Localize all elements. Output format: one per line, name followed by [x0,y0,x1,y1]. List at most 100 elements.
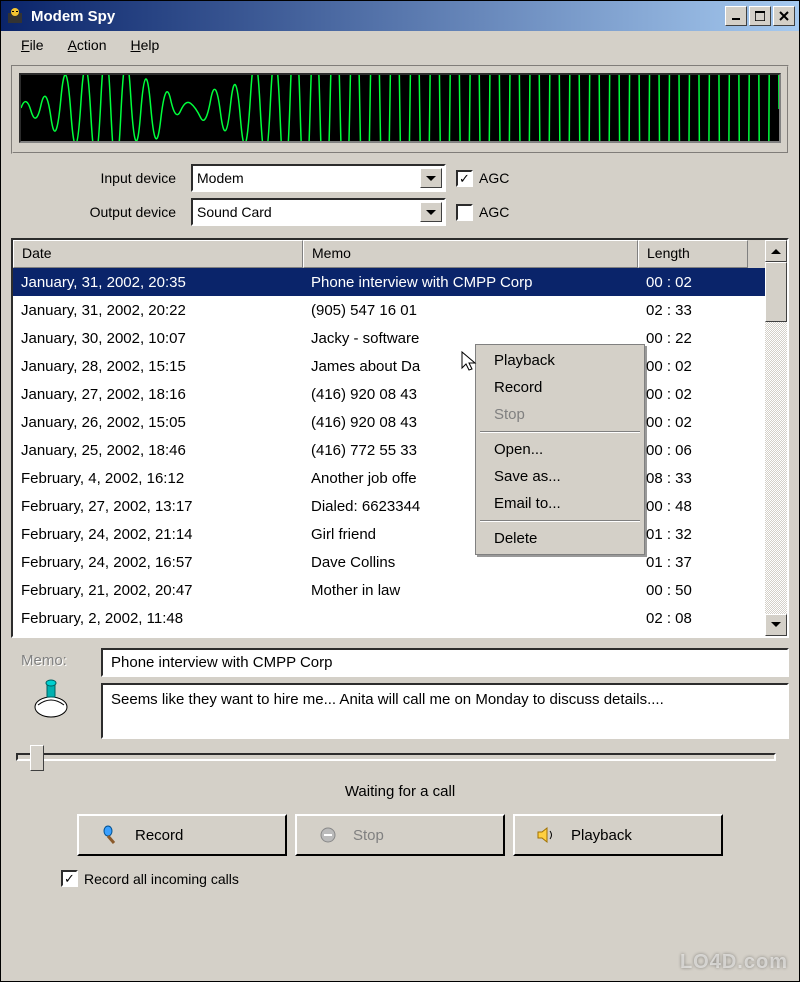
record-button-label: Record [135,827,183,844]
cell-date: January, 31, 2002, 20:22 [13,302,303,319]
cell-length: 00 : 48 [638,498,748,515]
record-all-label: Record all incoming calls [84,871,239,887]
cell-date: February, 27, 2002, 13:17 [13,498,303,515]
close-button[interactable] [773,6,795,26]
memo-note-icon [28,677,74,723]
memo-title-input[interactable] [101,648,789,677]
cell-length: 00 : 50 [638,582,748,599]
scrollbar-thumb[interactable] [765,262,787,322]
record-all-checkbox[interactable]: ✓ Record all incoming calls [61,870,789,887]
playback-button[interactable]: Playback [513,814,723,856]
cell-date: January, 28, 2002, 15:15 [13,358,303,375]
cell-memo: Dave Collins [303,554,638,571]
stop-button-label: Stop [353,827,384,844]
input-agc-label: AGC [479,170,509,186]
menubar: File Action Help [1,31,799,59]
output-device-value: Sound Card [197,204,272,220]
watermark: LO4D.com [680,951,788,974]
table-row[interactable]: January, 25, 2002, 18:46(416) 772 55 330… [13,436,765,464]
cell-memo: (905) 547 16 01 [303,302,638,319]
cell-date: February, 2, 2002, 11:48 [13,610,303,627]
checkbox-icon: ✓ [456,170,473,187]
output-agc-label: AGC [479,204,509,220]
context-menu-playback[interactable]: Playback [478,347,642,374]
table-row[interactable]: January, 26, 2002, 15:05(416) 920 08 430… [13,408,765,436]
context-menu-separator [480,431,640,433]
table-row[interactable]: January, 28, 2002, 15:15James about Da00… [13,352,765,380]
microphone-icon [99,824,121,846]
column-header-date[interactable]: Date [13,240,303,268]
cell-length: 08 : 33 [638,470,748,487]
checkbox-icon: ✓ [61,870,78,887]
context-menu-delete[interactable]: Delete [478,525,642,552]
cell-date: January, 30, 2002, 10:07 [13,330,303,347]
cell-date: February, 24, 2002, 21:14 [13,526,303,543]
output-device-label: Output device [11,204,181,220]
table-row[interactable]: February, 24, 2002, 21:14Girl friend01 :… [13,520,765,548]
scroll-up-button[interactable] [765,240,787,262]
cell-length: 00 : 02 [638,274,748,291]
table-row[interactable]: February, 27, 2002, 13:17Dialed: 6623344… [13,492,765,520]
context-menu-record[interactable]: Record [478,374,642,401]
table-row[interactable]: January, 31, 2002, 20:35Phone interview … [13,268,765,296]
playback-button-label: Playback [571,827,632,844]
cell-length: 00 : 06 [638,442,748,459]
menu-file[interactable]: File [9,35,56,55]
context-menu: Playback Record Stop Open... Save as... … [475,344,645,555]
cell-length: 02 : 08 [638,610,748,627]
context-menu-separator [480,520,640,522]
record-button[interactable]: Record [77,814,287,856]
memo-details-textarea[interactable] [101,683,789,739]
context-menu-email-to[interactable]: Email to... [478,490,642,517]
slider-thumb[interactable] [30,745,44,771]
table-row[interactable]: February, 21, 2002, 20:47Mother in law00… [13,576,765,604]
cell-date: February, 21, 2002, 20:47 [13,582,303,599]
cell-date: January, 27, 2002, 18:16 [13,386,303,403]
table-row[interactable]: February, 4, 2002, 16:12Another job offe… [13,464,765,492]
playback-slider[interactable] [16,753,776,761]
output-device-combobox[interactable]: Sound Card [191,198,446,226]
cell-date: January, 25, 2002, 18:46 [13,442,303,459]
cell-length: 00 : 02 [638,414,748,431]
menu-help[interactable]: Help [119,35,172,55]
stop-button[interactable]: Stop [295,814,505,856]
cell-date: February, 24, 2002, 16:57 [13,554,303,571]
cell-length: 02 : 33 [638,302,748,319]
table-row[interactable]: January, 27, 2002, 18:16(416) 920 08 430… [13,380,765,408]
chevron-down-icon[interactable] [420,168,442,188]
minimize-button[interactable] [725,6,747,26]
scrollbar-track[interactable] [765,262,787,614]
context-menu-open[interactable]: Open... [478,436,642,463]
input-agc-checkbox[interactable]: ✓ AGC [456,170,509,187]
column-header-memo[interactable]: Memo [303,240,638,268]
titlebar: Modem Spy [1,1,799,31]
table-row[interactable]: January, 30, 2002, 10:07Jacky - software… [13,324,765,352]
context-menu-stop: Stop [478,401,642,428]
window-title: Modem Spy [31,8,725,25]
table-row[interactable]: January, 31, 2002, 20:22(905) 547 16 010… [13,296,765,324]
scroll-down-button[interactable] [765,614,787,636]
waveform-frame [11,65,789,154]
call-list: Date Memo Length January, 31, 2002, 20:3… [11,238,789,638]
maximize-button[interactable] [749,6,771,26]
cell-length: 00 : 02 [638,386,748,403]
cell-date: January, 31, 2002, 20:35 [13,274,303,291]
table-row[interactable]: February, 2, 2002, 11:48 02 : 08 [13,604,765,632]
cell-date: February, 4, 2002, 16:12 [13,470,303,487]
cell-date: January, 26, 2002, 15:05 [13,414,303,431]
cell-memo: Mother in law [303,582,638,599]
app-icon [5,6,25,26]
menu-action[interactable]: Action [56,35,119,55]
context-menu-save-as[interactable]: Save as... [478,463,642,490]
output-agc-checkbox[interactable]: AGC [456,204,509,221]
list-scrollbar[interactable] [765,240,787,636]
input-device-combobox[interactable]: Modem [191,164,446,192]
cell-length: 00 : 22 [638,330,748,347]
table-row[interactable]: February, 24, 2002, 16:57Dave Collins01 … [13,548,765,576]
cell-length: 00 : 02 [638,358,748,375]
waveform-display [19,73,781,143]
speaker-icon [535,824,557,846]
chevron-down-icon[interactable] [420,202,442,222]
column-header-length[interactable]: Length [638,240,748,268]
status-text: Waiting for a call [11,783,789,800]
